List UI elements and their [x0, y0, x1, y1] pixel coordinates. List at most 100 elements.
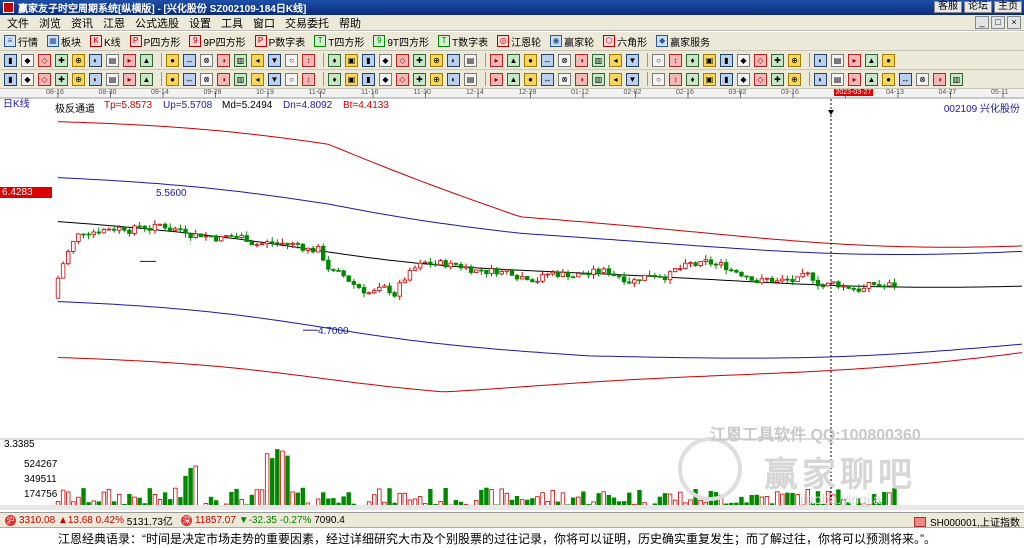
drawing-tool-44-icon[interactable]: ✚ — [771, 53, 784, 67]
analysis-tool-1-icon[interactable]: ▮ — [4, 72, 17, 86]
tool-kline[interactable]: K K线 — [90, 34, 121, 49]
analysis-tool-40-icon[interactable]: ▣ — [703, 72, 716, 86]
drawing-tool-42-icon[interactable]: ◆ — [737, 53, 750, 67]
analysis-tool-18-icon[interactable]: ↕ — [302, 72, 315, 86]
tool-service[interactable]: ◆ 赢家服务 — [656, 34, 710, 49]
forum-button[interactable]: 论坛 — [964, 1, 992, 13]
drawing-tool-23-icon[interactable]: ◇ — [396, 53, 409, 67]
tool-9p-square[interactable]: 9 9P四方形 — [189, 34, 246, 49]
drawing-tool-13-icon[interactable]: ◑ — [217, 53, 230, 67]
drawing-tool-29-icon[interactable]: ▲ — [507, 53, 520, 67]
menu-browse[interactable]: 浏览 — [34, 15, 66, 31]
analysis-tool-7-icon[interactable]: ▤ — [106, 72, 119, 86]
tool-quotes[interactable]: ≡ 行情 — [4, 34, 38, 49]
analysis-tool-16-icon[interactable]: ▼ — [268, 72, 281, 86]
drawing-tool-8-icon[interactable]: ▸ — [123, 53, 136, 67]
drawing-tool-20-icon[interactable]: ▣ — [345, 53, 358, 67]
menu-trade[interactable]: 交易委托 — [280, 15, 334, 31]
menu-news[interactable]: 资讯 — [66, 15, 98, 31]
drawing-tool-7-icon[interactable]: ▤ — [106, 53, 119, 67]
analysis-tool-26-icon[interactable]: ◐ — [447, 72, 460, 86]
drawing-tool-33-icon[interactable]: ◑ — [575, 53, 588, 67]
tool-t-number[interactable]: T T数字表 — [438, 34, 488, 49]
analysis-tool-35-icon[interactable]: ◂ — [609, 72, 622, 86]
drawing-tool-2-icon[interactable]: ◆ — [21, 53, 34, 67]
analysis-tool-4-icon[interactable]: ✚ — [55, 72, 68, 86]
analysis-tool-17-icon[interactable]: ○ — [285, 72, 298, 86]
drawing-tool-12-icon[interactable]: ⊗ — [200, 53, 213, 67]
analysis-tool-41-icon[interactable]: ▮ — [720, 72, 733, 86]
drawing-tool-14-icon[interactable]: ▥ — [234, 53, 247, 67]
analysis-tool-32-icon[interactable]: ⊗ — [558, 72, 571, 86]
drawing-tool-43-icon[interactable]: ◇ — [754, 53, 767, 67]
drawing-tool-6-icon[interactable]: ◐ — [89, 53, 102, 67]
analysis-tool-11-icon[interactable]: ↔ — [183, 72, 196, 86]
analysis-tool-28-icon[interactable]: ▸ — [490, 72, 503, 86]
analysis-tool-38-icon[interactable]: ↕ — [669, 72, 682, 86]
drawing-tool-4-icon[interactable]: ✚ — [55, 53, 68, 67]
drawing-tool-19-icon[interactable]: ♦ — [328, 53, 341, 67]
analysis-tool-21-icon[interactable]: ▮ — [362, 72, 375, 86]
drawing-tool-35-icon[interactable]: ◂ — [609, 53, 622, 67]
alert-icon[interactable] — [913, 516, 926, 527]
analysis-tool-45-icon[interactable]: ⊕ — [788, 72, 801, 86]
menu-file[interactable]: 文件 — [2, 15, 34, 31]
drawing-tool-47-icon[interactable]: ▤ — [831, 53, 844, 67]
tool-gann-wheel[interactable]: ◎ 江恩轮 — [497, 34, 541, 49]
analysis-tool-30-icon[interactable]: ● — [524, 72, 537, 86]
menu-settings[interactable]: 设置 — [184, 15, 216, 31]
analysis-tool-25-icon[interactable]: ⊕ — [430, 72, 443, 86]
menu-tools[interactable]: 工具 — [216, 15, 248, 31]
drawing-tool-37-icon[interactable]: ○ — [652, 53, 665, 67]
analysis-tool-49-icon[interactable]: ▲ — [865, 72, 878, 86]
analysis-tool-10-icon[interactable]: ● — [166, 72, 179, 86]
drawing-tool-30-icon[interactable]: ● — [524, 53, 537, 67]
drawing-tool-31-icon[interactable]: ↔ — [541, 53, 554, 67]
drawing-tool-28-icon[interactable]: ▸ — [490, 53, 503, 67]
analysis-tool-37-icon[interactable]: ○ — [652, 72, 665, 86]
minimize-button[interactable]: _ — [975, 16, 989, 29]
analysis-tool-23-icon[interactable]: ◇ — [396, 72, 409, 86]
drawing-tool-46-icon[interactable]: ◐ — [814, 53, 827, 67]
menu-formula[interactable]: 公式选股 — [130, 15, 184, 31]
drawing-tool-17-icon[interactable]: ○ — [285, 53, 298, 67]
menu-window[interactable]: 窗口 — [248, 15, 280, 31]
analysis-tool-9-icon[interactable]: ▲ — [140, 72, 153, 86]
analysis-tool-39-icon[interactable]: ♦ — [686, 72, 699, 86]
analysis-tool-31-icon[interactable]: ↔ — [541, 72, 554, 86]
menu-gann[interactable]: 江恩 — [98, 15, 130, 31]
drawing-tool-49-icon[interactable]: ▲ — [865, 53, 878, 67]
analysis-tool-47-icon[interactable]: ▤ — [831, 72, 844, 86]
drawing-tool-50-icon[interactable]: ● — [882, 53, 895, 67]
analysis-tool-24-icon[interactable]: ✚ — [413, 72, 426, 86]
drawing-tool-40-icon[interactable]: ▣ — [703, 53, 716, 67]
customer-service-button[interactable]: 客服 — [934, 1, 962, 13]
tool-t-square[interactable]: T T四方形 — [314, 34, 364, 49]
analysis-tool-42-icon[interactable]: ◆ — [737, 72, 750, 86]
tool-sectors[interactable]: ▦ 板块 — [47, 34, 81, 49]
kline-chart[interactable]: 日K线 极反通道 Tp=5.8573 Up=5.5708 Md=5.2494 D… — [0, 89, 1024, 510]
drawing-tool-16-icon[interactable]: ▼ — [268, 53, 281, 67]
drawing-tool-34-icon[interactable]: ▥ — [592, 53, 605, 67]
menu-help[interactable]: 帮助 — [334, 15, 366, 31]
drawing-tool-36-icon[interactable]: ▼ — [626, 53, 639, 67]
analysis-tool-22-icon[interactable]: ◆ — [379, 72, 392, 86]
homepage-button[interactable]: 主页 — [994, 1, 1022, 13]
drawing-tool-26-icon[interactable]: ◐ — [447, 53, 460, 67]
analysis-tool-50-icon[interactable]: ● — [882, 72, 895, 86]
drawing-tool-9-icon[interactable]: ▲ — [140, 53, 153, 67]
analysis-tool-33-icon[interactable]: ◑ — [575, 72, 588, 86]
analysis-tool-19-icon[interactable]: ♦ — [328, 72, 341, 86]
drawing-tool-22-icon[interactable]: ◆ — [379, 53, 392, 67]
tool-p-square[interactable]: P P四方形 — [129, 34, 180, 49]
tool-hexagon[interactable]: ⬡ 六角形 — [603, 34, 647, 49]
analysis-tool-44-icon[interactable]: ✚ — [771, 72, 784, 86]
analysis-tool-6-icon[interactable]: ◐ — [89, 72, 102, 86]
drawing-tool-41-icon[interactable]: ▮ — [720, 53, 733, 67]
analysis-tool-27-icon[interactable]: ▤ — [464, 72, 477, 86]
analysis-tool-34-icon[interactable]: ▥ — [592, 72, 605, 86]
analysis-tool-13-icon[interactable]: ◑ — [217, 72, 230, 86]
drawing-tool-27-icon[interactable]: ▤ — [464, 53, 477, 67]
drawing-tool-45-icon[interactable]: ⊕ — [788, 53, 801, 67]
analysis-tool-12-icon[interactable]: ⊗ — [200, 72, 213, 86]
